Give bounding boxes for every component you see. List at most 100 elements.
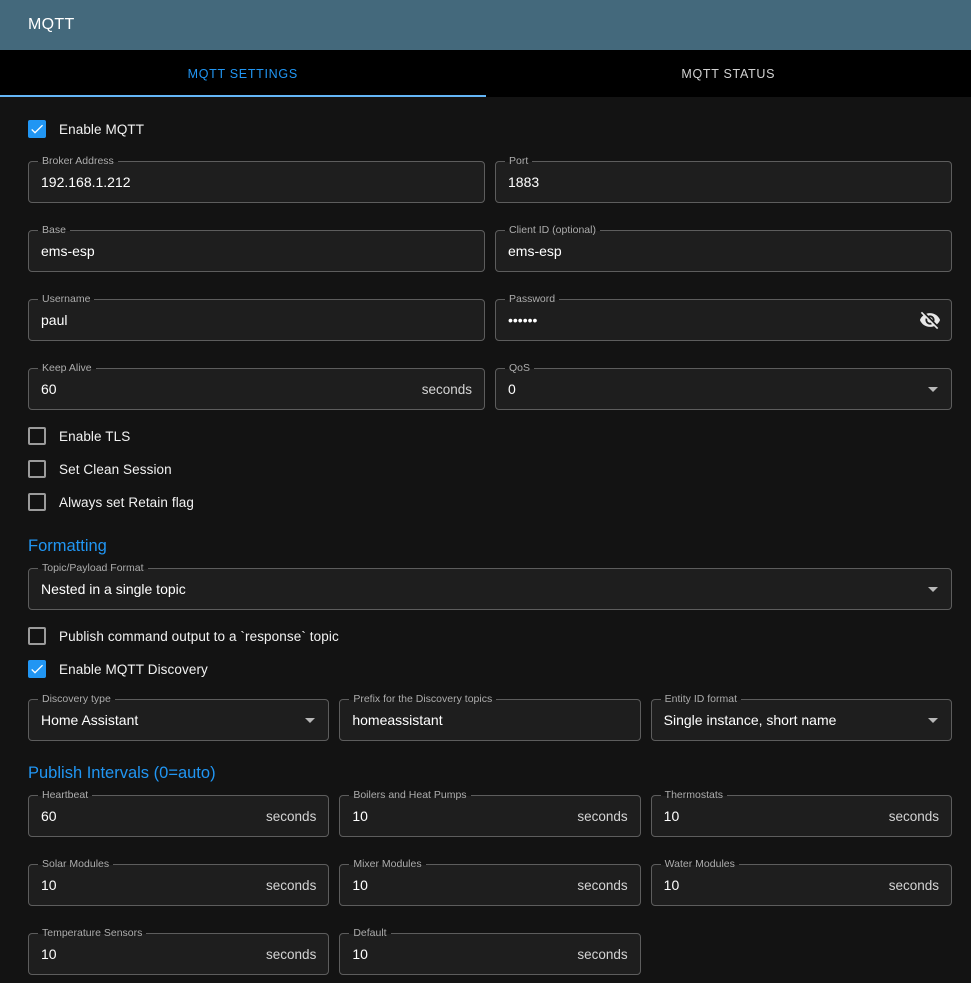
tab-bar: MQTT SETTINGS MQTT STATUS — [0, 50, 971, 97]
unit-suffix: seconds — [577, 878, 627, 893]
solar-modules-input[interactable] — [41, 877, 258, 893]
topic-format-select[interactable]: Topic/Payload Format Nested in a single … — [28, 568, 952, 610]
discovery-prefix-field[interactable]: Prefix for the Discovery topics — [339, 699, 640, 741]
checkbox-checked-icon[interactable] — [28, 660, 46, 678]
unit-suffix: seconds — [889, 809, 939, 824]
field-label: Broker Address — [38, 154, 118, 169]
check-icon — [29, 121, 45, 137]
field-label: Heartbeat — [38, 788, 92, 803]
unit-suffix: seconds — [889, 878, 939, 893]
checkbox-label: Always set Retain flag — [59, 495, 194, 510]
water-modules-input[interactable] — [664, 877, 881, 893]
field-label: Username — [38, 292, 94, 307]
intervals-row-3: Temperature Sensors seconds Default seco… — [28, 933, 952, 975]
keep-alive-field[interactable]: Keep Alive seconds — [28, 368, 485, 410]
settings-form: Enable MQTT Broker Address Port Base Cli… — [0, 97, 971, 975]
discovery-prefix-input[interactable] — [352, 712, 627, 728]
enable-mqtt-checkbox[interactable]: Enable MQTT — [28, 117, 952, 141]
unit-suffix: seconds — [266, 878, 316, 893]
field-label: Discovery type — [38, 692, 115, 707]
heartbeat-field[interactable]: Heartbeat seconds — [28, 795, 329, 837]
mixer-modules-field[interactable]: Mixer Modules seconds — [339, 864, 640, 906]
unit-suffix: seconds — [422, 382, 472, 397]
check-icon — [29, 661, 45, 677]
field-label: Keep Alive — [38, 361, 96, 376]
checkbox-unchecked-icon[interactable] — [28, 460, 46, 478]
boilers-field[interactable]: Boilers and Heat Pumps seconds — [339, 795, 640, 837]
username-input[interactable] — [41, 312, 472, 328]
checkbox-label: Enable MQTT — [59, 122, 144, 137]
enable-discovery-checkbox[interactable]: Enable MQTT Discovery — [28, 657, 952, 681]
password-input[interactable] — [508, 312, 919, 328]
field-label: Default — [349, 926, 390, 941]
discovery-type-select[interactable]: Discovery type Home Assistant — [28, 699, 329, 741]
checkbox-unchecked-icon[interactable] — [28, 427, 46, 445]
water-modules-field[interactable]: Water Modules seconds — [651, 864, 952, 906]
unit-suffix: seconds — [577, 809, 627, 824]
checkbox-label: Publish command output to a `response` t… — [59, 629, 339, 644]
default-interval-field[interactable]: Default seconds — [339, 933, 640, 975]
port-field[interactable]: Port — [495, 161, 952, 203]
port-input[interactable] — [508, 174, 939, 190]
field-label: Topic/Payload Format — [38, 561, 148, 576]
visibility-off-icon[interactable] — [919, 309, 941, 331]
dropdown-caret-icon[interactable] — [298, 708, 322, 732]
empty-cell — [651, 933, 952, 975]
publish-response-checkbox[interactable]: Publish command output to a `response` t… — [28, 624, 952, 648]
field-label: Temperature Sensors — [38, 926, 146, 941]
heartbeat-input[interactable] — [41, 808, 258, 824]
unit-suffix: seconds — [266, 809, 316, 824]
dropdown-caret-icon[interactable] — [921, 577, 945, 601]
boilers-input[interactable] — [352, 808, 569, 824]
base-field[interactable]: Base — [28, 230, 485, 272]
checkbox-checked-icon[interactable] — [28, 120, 46, 138]
unit-suffix: seconds — [266, 947, 316, 962]
field-label: Password — [505, 292, 559, 307]
unit-suffix: seconds — [577, 947, 627, 962]
thermostats-input[interactable] — [664, 808, 881, 824]
discovery-row: Discovery type Home Assistant Prefix for… — [28, 699, 952, 741]
credentials-row: Username Password — [28, 299, 952, 341]
select-value: Single instance, short name — [664, 712, 921, 728]
keepalive-qos-row: Keep Alive seconds QoS 0 — [28, 368, 952, 410]
base-clientid-row: Base Client ID (optional) — [28, 230, 952, 272]
entity-format-select[interactable]: Entity ID format Single instance, short … — [651, 699, 952, 741]
tab-mqtt-settings[interactable]: MQTT SETTINGS — [0, 50, 486, 97]
checkbox-label: Enable TLS — [59, 429, 130, 444]
broker-address-field[interactable]: Broker Address — [28, 161, 485, 203]
base-input[interactable] — [41, 243, 472, 259]
username-field[interactable]: Username — [28, 299, 485, 341]
field-label: QoS — [505, 361, 534, 376]
client-id-input[interactable] — [508, 243, 939, 259]
temperature-sensors-input[interactable] — [41, 946, 258, 962]
keep-alive-input[interactable] — [41, 381, 414, 397]
topic-format-row: Topic/Payload Format Nested in a single … — [28, 568, 952, 610]
broker-port-row: Broker Address Port — [28, 161, 952, 203]
solar-modules-field[interactable]: Solar Modules seconds — [28, 864, 329, 906]
checkbox-label: Enable MQTT Discovery — [59, 662, 208, 677]
checkbox-unchecked-icon[interactable] — [28, 493, 46, 511]
checkbox-label: Set Clean Session — [59, 462, 172, 477]
select-value: 0 — [508, 381, 921, 397]
qos-select[interactable]: QoS 0 — [495, 368, 952, 410]
checkbox-unchecked-icon[interactable] — [28, 627, 46, 645]
select-value: Nested in a single topic — [41, 581, 921, 597]
retain-flag-checkbox[interactable]: Always set Retain flag — [28, 490, 952, 514]
dropdown-caret-icon[interactable] — [921, 377, 945, 401]
intervals-row-2: Solar Modules seconds Mixer Modules seco… — [28, 864, 952, 906]
password-field[interactable]: Password — [495, 299, 952, 341]
temperature-sensors-field[interactable]: Temperature Sensors seconds — [28, 933, 329, 975]
clean-session-checkbox[interactable]: Set Clean Session — [28, 457, 952, 481]
dropdown-caret-icon[interactable] — [921, 708, 945, 732]
app-bar: MQTT — [0, 0, 971, 50]
broker-address-input[interactable] — [41, 174, 472, 190]
mixer-modules-input[interactable] — [352, 877, 569, 893]
enable-tls-checkbox[interactable]: Enable TLS — [28, 424, 952, 448]
field-label: Base — [38, 223, 70, 238]
client-id-field[interactable]: Client ID (optional) — [495, 230, 952, 272]
thermostats-field[interactable]: Thermostats seconds — [651, 795, 952, 837]
default-interval-input[interactable] — [352, 946, 569, 962]
tab-mqtt-status[interactable]: MQTT STATUS — [486, 50, 971, 97]
field-label: Port — [505, 154, 532, 169]
field-label: Client ID (optional) — [505, 223, 600, 238]
